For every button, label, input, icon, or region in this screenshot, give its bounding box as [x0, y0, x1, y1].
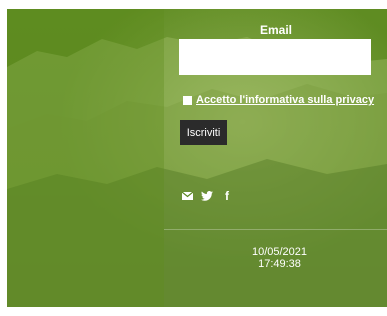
twitter-icon[interactable]	[200, 189, 214, 203]
privacy-link[interactable]: Accetto l'informativa sulla privacy	[196, 94, 374, 106]
social-links: f	[180, 189, 240, 203]
left-column	[7, 9, 164, 307]
facebook-icon[interactable]: f	[220, 189, 234, 203]
mail-icon[interactable]	[180, 189, 194, 203]
email-label: Email	[259, 23, 292, 37]
facebook-glyph: f	[225, 189, 229, 203]
privacy-consent: Accetto l'informativa sulla privacy	[183, 94, 374, 106]
divider	[164, 229, 387, 230]
privacy-checkbox[interactable]	[183, 95, 192, 105]
subscribe-button[interactable]: Iscriviti	[180, 120, 227, 145]
timestamp: 10/05/2021 17:49:38	[207, 246, 352, 270]
email-field[interactable]	[179, 39, 371, 75]
timestamp-time: 17:49:38	[258, 258, 301, 270]
footer-panel: Email Accetto l'informativa sulla privac…	[7, 9, 387, 307]
timestamp-date: 10/05/2021	[251, 246, 308, 258]
